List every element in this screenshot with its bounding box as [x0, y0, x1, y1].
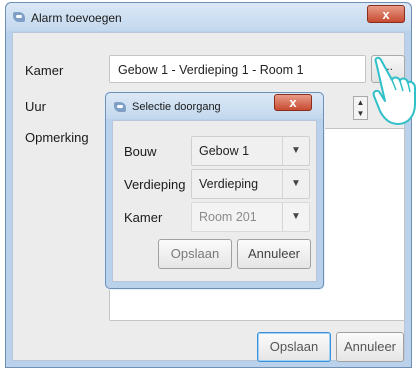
- kamer-field-value: Gebow 1 - Verdieping 1 - Room 1: [118, 63, 304, 77]
- window-title: Alarm toevoegen: [31, 11, 122, 25]
- verdieping-select[interactable]: Verdieping ▼: [191, 169, 310, 199]
- kamer-label: Kamer: [25, 63, 64, 78]
- bouw-select[interactable]: Gebow 1 ▼: [191, 136, 310, 166]
- save-button[interactable]: Opslaan: [257, 332, 331, 362]
- dialog-save-button[interactable]: Opslaan: [158, 239, 232, 269]
- kamer-select-value: Room 201: [199, 210, 257, 224]
- kamer-select[interactable]: Room 201 ▼: [191, 202, 310, 232]
- spinner-up-button[interactable]: ▲: [354, 97, 367, 108]
- dialog-app-icon: [114, 102, 126, 112]
- uur-label: Uur: [25, 99, 46, 114]
- dialog-titlebar[interactable]: Selectie doorgang x: [106, 93, 323, 119]
- chevron-down-icon[interactable]: ▼: [282, 137, 309, 165]
- dialog-close-button[interactable]: x: [274, 94, 312, 111]
- spinner-down-button[interactable]: ▼: [354, 108, 367, 119]
- dialog-client-area: Bouw Gebow 1 ▼ Verdieping Verdieping ▼ K…: [112, 120, 317, 282]
- selection-dialog: Selectie doorgang x Bouw Gebow 1 ▼ Verdi…: [105, 92, 324, 289]
- bouw-label: Bouw: [124, 144, 157, 159]
- kamer-select-label: Kamer: [124, 210, 163, 225]
- close-button[interactable]: x: [367, 5, 405, 23]
- chevron-down-icon[interactable]: ▼: [282, 170, 309, 198]
- kamer-field[interactable]: Gebow 1 - Verdieping 1 - Room 1: [109, 55, 366, 83]
- verdieping-label: Verdieping: [124, 177, 186, 192]
- chevron-down-icon[interactable]: ▼: [282, 203, 309, 231]
- opmerking-label: Opmerking: [25, 130, 89, 145]
- cancel-button[interactable]: Annuleer: [336, 332, 404, 362]
- pointing-hand-icon: [372, 56, 416, 125]
- window-app-icon: [13, 12, 25, 22]
- verdieping-select-value: Verdieping: [199, 177, 259, 191]
- main-titlebar[interactable]: Alarm toevoegen x: [6, 3, 411, 31]
- dialog-cancel-button[interactable]: Annuleer: [237, 239, 311, 269]
- dialog-title: Selectie doorgang: [132, 101, 221, 113]
- bouw-select-value: Gebow 1: [199, 144, 250, 158]
- time-spinner[interactable]: ▲ ▼: [353, 96, 368, 120]
